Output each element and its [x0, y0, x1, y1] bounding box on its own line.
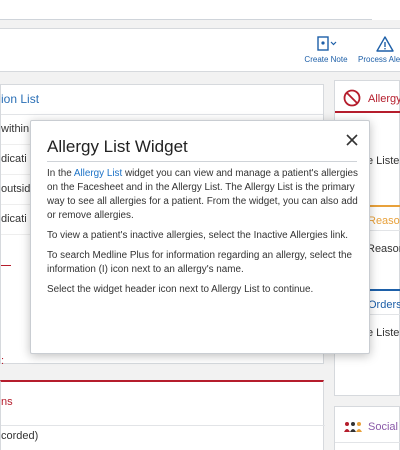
popover-divider	[47, 161, 357, 162]
prohibited-icon[interactable]	[343, 89, 361, 112]
allergy-widget-header[interactable]: Allergy	[335, 81, 400, 113]
popover-paragraph: Select the widget header icon next to Al…	[47, 284, 314, 295]
problems-title: ns	[1, 396, 13, 408]
medication-list-title: ion List	[1, 85, 323, 115]
social-widget-header[interactable]: Social	[335, 407, 400, 443]
social-widget-title: Social	[368, 421, 398, 433]
reason-status-text: Reason	[367, 243, 400, 255]
orders-widget-title: Orders	[368, 299, 400, 311]
popover-paragraph: To view a patient's inactive allergies, …	[47, 230, 349, 241]
process-alerts-button[interactable]: Process Ale	[358, 35, 400, 64]
problems-panel: ns corded)	[0, 380, 325, 450]
close-icon[interactable]	[343, 131, 361, 149]
top-bar	[0, 0, 400, 20]
list-item[interactable]: corded)	[1, 430, 38, 442]
create-note-button[interactable]: Create Note	[303, 35, 349, 64]
toolbar: Create Note Process Ale	[0, 28, 400, 72]
popover-body: In the Allergy List widget you can view …	[47, 167, 359, 303]
allergy-status-text: e Liste	[367, 155, 400, 167]
social-widget-panel: Social	[334, 406, 400, 450]
process-alerts-label: Process Ale	[358, 55, 400, 64]
allergy-widget-title: Allergy	[368, 93, 400, 105]
divider	[1, 425, 325, 426]
section-divider	[1, 265, 11, 266]
create-note-label: Create Note	[304, 55, 348, 64]
popover-paragraph: In the Allergy List widget you can view …	[47, 167, 359, 223]
popover-text: In the	[47, 168, 74, 179]
orders-status-text: e Liste	[367, 327, 400, 339]
note-icon	[303, 35, 349, 53]
warning-icon	[358, 35, 400, 53]
allergy-list-widget-popover: Allergy List Widget In the Allergy List …	[30, 120, 370, 354]
popover-paragraph: To search Medline Plus for information r…	[47, 250, 352, 275]
top-bar-edge	[0, 19, 372, 20]
alert-marker: :	[1, 355, 5, 367]
reason-widget-title: Reaso	[368, 215, 400, 227]
people-icon	[343, 420, 363, 438]
allergy-list-link[interactable]: Allergy List	[74, 168, 122, 179]
popover-title: Allergy List Widget	[47, 137, 188, 156]
